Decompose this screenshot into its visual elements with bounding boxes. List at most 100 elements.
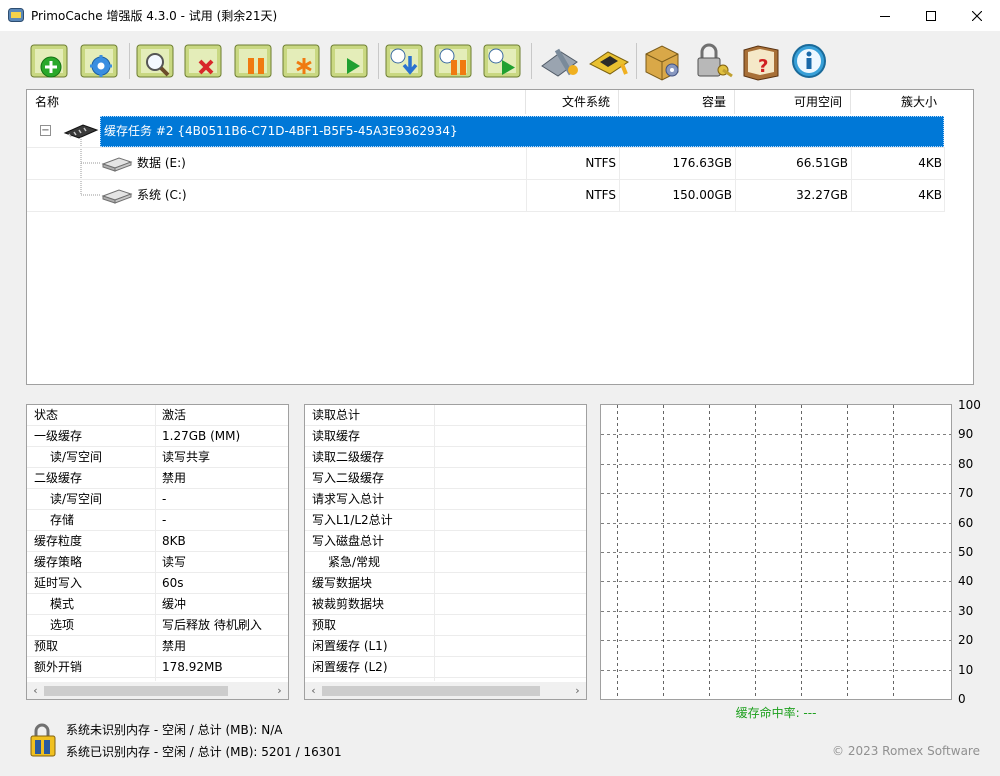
column-free-space[interactable]: 可用空间: [735, 90, 851, 114]
statistic-row[interactable]: 请求写入总计: [305, 489, 586, 510]
properties-panel[interactable]: 状态 激活 一级缓存 1.27GB (MM) 读/写空间 读写共享 二级缓存 禁用 读/写空间 -…: [26, 404, 289, 700]
property-row[interactable]: 一级缓存 1.27GB (MM): [27, 426, 288, 447]
volume-free-space: 66.51GB: [796, 156, 848, 170]
statistic-row[interactable]: 预取: [305, 615, 586, 636]
new-cache-task-button[interactable]: [28, 40, 74, 82]
property-row[interactable]: 读/写空间 读写共享: [27, 447, 288, 468]
scroll-right-arrow[interactable]: ›: [569, 682, 586, 699]
pause-prefetch-button[interactable]: [432, 40, 478, 82]
property-row[interactable]: 读/写空间 -: [27, 489, 288, 510]
scroll-left-arrow[interactable]: ‹: [305, 682, 322, 699]
property-row[interactable]: 模式 缓冲: [27, 594, 288, 615]
property-key: 读/写空间: [50, 450, 103, 464]
title-bar[interactable]: PrimoCache 增强版 4.3.0 - 试用 (剩余21天): [0, 0, 1000, 31]
statistic-key: 闲置缓存 (L1): [312, 639, 388, 653]
pause-cache-button[interactable]: [232, 40, 278, 82]
property-row[interactable]: 缓存粒度 8KB: [27, 531, 288, 552]
property-key: 延时写入: [34, 576, 83, 590]
volume-row[interactable]: 数据 (E:) NTFS 176.63GB 66.51GB 4KB: [27, 147, 945, 179]
y-axis-tick-label: 90: [958, 427, 974, 441]
property-row[interactable]: 二级缓存 禁用: [27, 468, 288, 489]
property-value: -: [162, 513, 167, 527]
volume-row[interactable]: 系统 (C:) NTFS 150.00GB 32.27GB 4KB: [27, 179, 945, 211]
y-axis-tick-label: 100: [958, 398, 981, 412]
help-book-icon: ?: [743, 45, 779, 81]
property-value: 写后释放 待机刷入: [162, 618, 262, 632]
property-value: 178.92MB: [162, 660, 223, 674]
statistics-panel[interactable]: 读取总计读取缓存读取二级缓存写入二级缓存 请求写入总计 写入L1/L2总计 写入磁盘总…: [304, 404, 587, 700]
tools-button[interactable]: [537, 40, 583, 82]
column-filesystem[interactable]: 文件系统: [526, 90, 619, 114]
cache-task-row[interactable]: − 缓存任务 #2 {4B0511B6-C71D-4BF1-B5F5-45A3E…: [27, 115, 945, 147]
info-icon: [792, 44, 826, 78]
statistic-row[interactable]: 缓写数据块: [305, 573, 586, 594]
property-row[interactable]: 延时写入 60s: [27, 573, 288, 594]
statistic-key: 被裁剪数据块: [312, 597, 385, 611]
volume-cluster-size: 4KB: [918, 156, 942, 170]
minimize-button[interactable]: [862, 0, 908, 31]
property-key: 缓存策略: [34, 555, 83, 569]
property-value: 读写共享: [162, 450, 211, 464]
cache-settings-button[interactable]: [78, 40, 124, 82]
y-axis-tick-label: 50: [958, 545, 974, 559]
scroll-thumb[interactable]: [322, 686, 540, 696]
statistic-row[interactable]: 读取缓存: [305, 426, 586, 447]
volume-filesystem: NTFS: [585, 156, 616, 170]
property-row[interactable]: 选项 写后释放 待机刷入: [27, 615, 288, 636]
statistic-key: 读取二级缓存: [312, 450, 385, 464]
window-title: PrimoCache 增强版 4.3.0 - 试用 (剩余21天): [31, 9, 278, 23]
statistic-key: 读取缓存: [312, 429, 361, 443]
statistics-hscrollbar[interactable]: ‹ ›: [305, 682, 586, 699]
statistic-key: 闲置缓存 (L2): [312, 660, 388, 674]
magnifier-icon: [136, 44, 174, 78]
property-key: 二级缓存: [34, 471, 83, 485]
memory-chip-icon: [589, 51, 629, 75]
statistic-row[interactable]: 闲置缓存 (L2): [305, 657, 586, 678]
flush-cache-button[interactable]: [280, 40, 326, 82]
scroll-left-arrow[interactable]: ‹: [27, 682, 44, 699]
property-value: 读写: [162, 555, 187, 569]
scroll-thumb[interactable]: [44, 686, 228, 696]
statistic-row[interactable]: 写入磁盘总计: [305, 531, 586, 552]
about-button[interactable]: [786, 40, 832, 82]
property-row[interactable]: 状态 激活: [27, 405, 288, 426]
property-value: 禁用: [162, 471, 187, 485]
help-button[interactable]: ?: [738, 40, 784, 82]
property-row[interactable]: 预取 禁用: [27, 636, 288, 657]
statistic-row[interactable]: 读取二级缓存: [305, 447, 586, 468]
scroll-right-arrow[interactable]: ›: [271, 682, 288, 699]
statistic-row[interactable]: 读取总计: [305, 405, 586, 426]
column-capacity[interactable]: 容量: [619, 90, 735, 114]
properties-hscrollbar[interactable]: ‹ ›: [27, 682, 288, 699]
statistic-row[interactable]: 闲置缓存 (L1): [305, 636, 586, 657]
statistic-row[interactable]: 被裁剪数据块: [305, 594, 586, 615]
volume-free-space: 32.27GB: [796, 188, 848, 202]
property-row[interactable]: 存储 -: [27, 510, 288, 531]
y-axis-tick-label: 60: [958, 516, 974, 530]
close-icon: [972, 10, 982, 21]
delete-cache-task-button[interactable]: [182, 40, 228, 82]
memory-button[interactable]: [586, 40, 632, 82]
property-key: 存储: [50, 513, 75, 527]
statistic-row[interactable]: 写入二级缓存: [305, 468, 586, 489]
property-row[interactable]: 缓存策略 读写: [27, 552, 288, 573]
property-value: 60s: [162, 576, 184, 590]
column-cluster-size[interactable]: 簇大小: [851, 90, 945, 114]
resume-prefetch-button[interactable]: [481, 40, 527, 82]
chart-grid: [601, 405, 951, 699]
property-value: 禁用: [162, 639, 187, 653]
statistic-row[interactable]: 紧急/常规: [305, 552, 586, 573]
load-cache-button[interactable]: [383, 40, 429, 82]
cache-statistics-button[interactable]: [134, 40, 180, 82]
copyright-text: © 2023 Romex Software: [832, 744, 980, 758]
y-axis-tick-label: 80: [958, 457, 974, 471]
cache-task-tree[interactable]: 名称 文件系统 容量 可用空间 簇大小 − 缓存任务 #2 {4B0511B6-…: [26, 89, 974, 385]
close-button[interactable]: [954, 0, 1000, 31]
maximize-button[interactable]: [908, 0, 954, 31]
resume-cache-button[interactable]: [328, 40, 374, 82]
options-button[interactable]: [640, 40, 686, 82]
statistic-row[interactable]: 写入L1/L2总计: [305, 510, 586, 531]
property-row[interactable]: 额外开销 178.92MB: [27, 657, 288, 678]
statistic-key: 缓写数据块: [312, 576, 373, 590]
license-button[interactable]: [690, 40, 736, 82]
